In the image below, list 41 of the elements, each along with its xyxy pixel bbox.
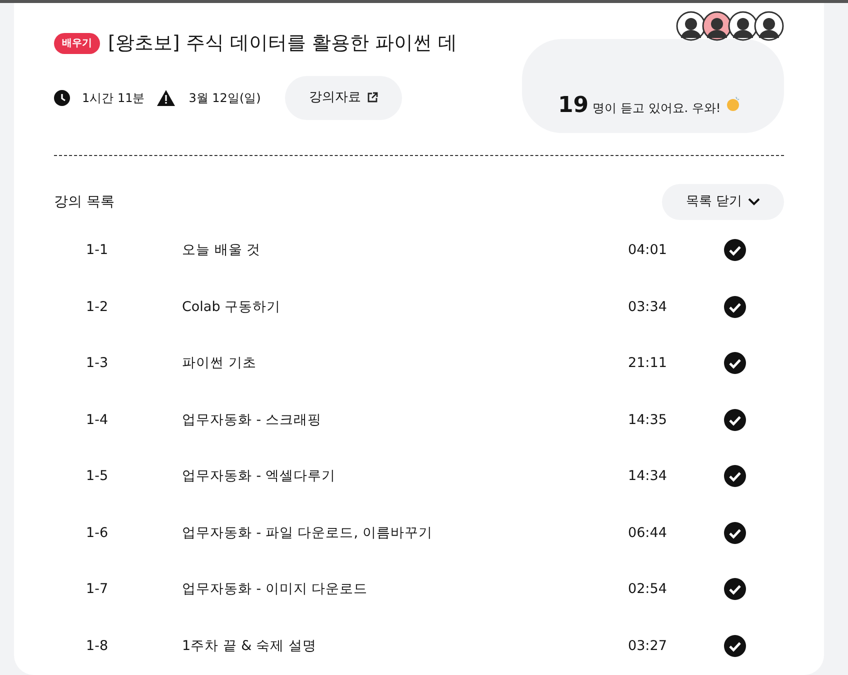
lesson-number: 1-4	[86, 410, 110, 430]
lessons-heading: 강의 목록	[54, 192, 114, 212]
listener-count: 19	[558, 92, 589, 120]
lesson-number: 1-3	[86, 354, 110, 374]
lesson-number: 1-1	[86, 241, 110, 260]
lesson-title[interactable]: Colab 구동하기	[182, 296, 628, 317]
lesson-duration: 14:35	[628, 410, 668, 430]
lesson-title[interactable]: 파이썬 기초	[182, 353, 628, 374]
lesson-duration: 06:44	[628, 524, 668, 543]
external-link-icon	[366, 92, 378, 103]
lesson-number: 1-8	[86, 636, 110, 656]
lesson-duration: 03:34	[628, 298, 668, 317]
lesson-duration: 03:27	[628, 636, 668, 656]
lesson-number: 1-2	[86, 298, 110, 317]
lesson-title[interactable]: 업무자동화 - 이미지 다운로드	[182, 579, 628, 600]
date-text: 3월 12일(일)	[188, 90, 261, 106]
lesson-number: 1-5	[86, 467, 110, 486]
clock-icon	[54, 90, 70, 106]
lesson-title[interactable]: 업무자동화 - 파일 다운로드, 이름바꾸기	[182, 522, 628, 543]
category-badge: 배우기	[54, 32, 100, 54]
duration-text: 1시간 11분	[82, 90, 145, 106]
listener-message: 명이 듣고 있어요. 우와!	[592, 100, 721, 117]
collapse-list-button[interactable]: 목록 닫기	[662, 184, 784, 220]
chevron-down-icon	[748, 198, 760, 206]
lesson-title[interactable]: 업무자동화 - 엑셀다루기	[182, 466, 628, 486]
lesson-duration: 02:54	[628, 580, 668, 600]
lesson-duration: 21:11	[628, 354, 668, 374]
avatar-icon	[676, 11, 706, 41]
lesson-title[interactable]: 오늘 배울 것	[182, 240, 628, 260]
lesson-number: 1-6	[86, 524, 110, 543]
avatar-icon	[754, 11, 784, 41]
lesson-duration: 14:34	[628, 467, 668, 486]
warning-icon	[156, 90, 175, 106]
lesson-number: 1-7	[86, 580, 110, 600]
lesson-title[interactable]: 1주차 끝 & 숙제 설명	[182, 636, 628, 656]
lesson-duration: 04:01	[628, 241, 668, 260]
avatar-icon	[702, 11, 732, 41]
avatar-icon	[728, 11, 758, 41]
course-title: [왕초보] 주식 데이터를 활용한 파이썬 데	[108, 31, 458, 56]
materials-button[interactable]: 강의자료	[284, 76, 402, 120]
lesson-title[interactable]: 업무자동화 - 스크래핑	[182, 410, 628, 430]
